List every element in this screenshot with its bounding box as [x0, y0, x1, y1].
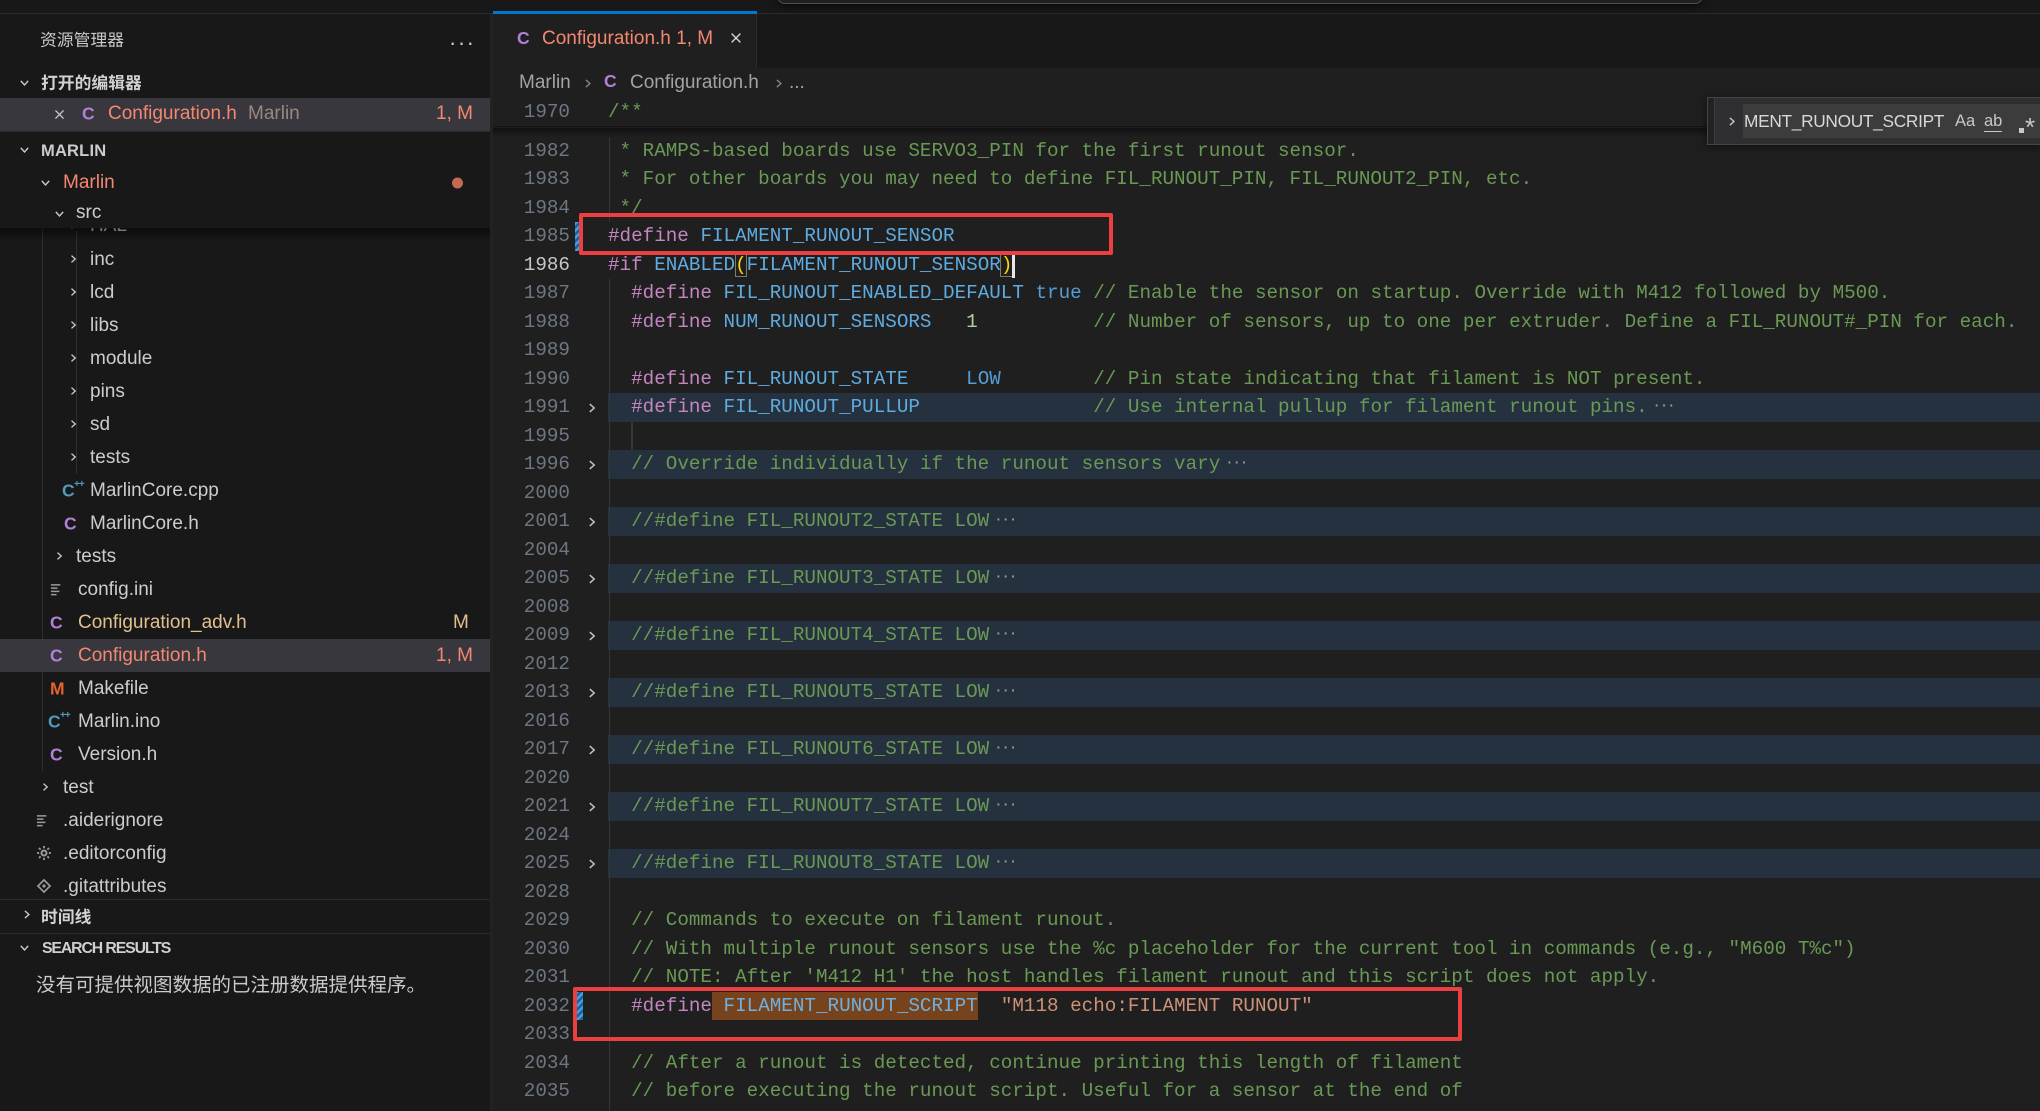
svg-text:*: *: [2025, 116, 2035, 138]
